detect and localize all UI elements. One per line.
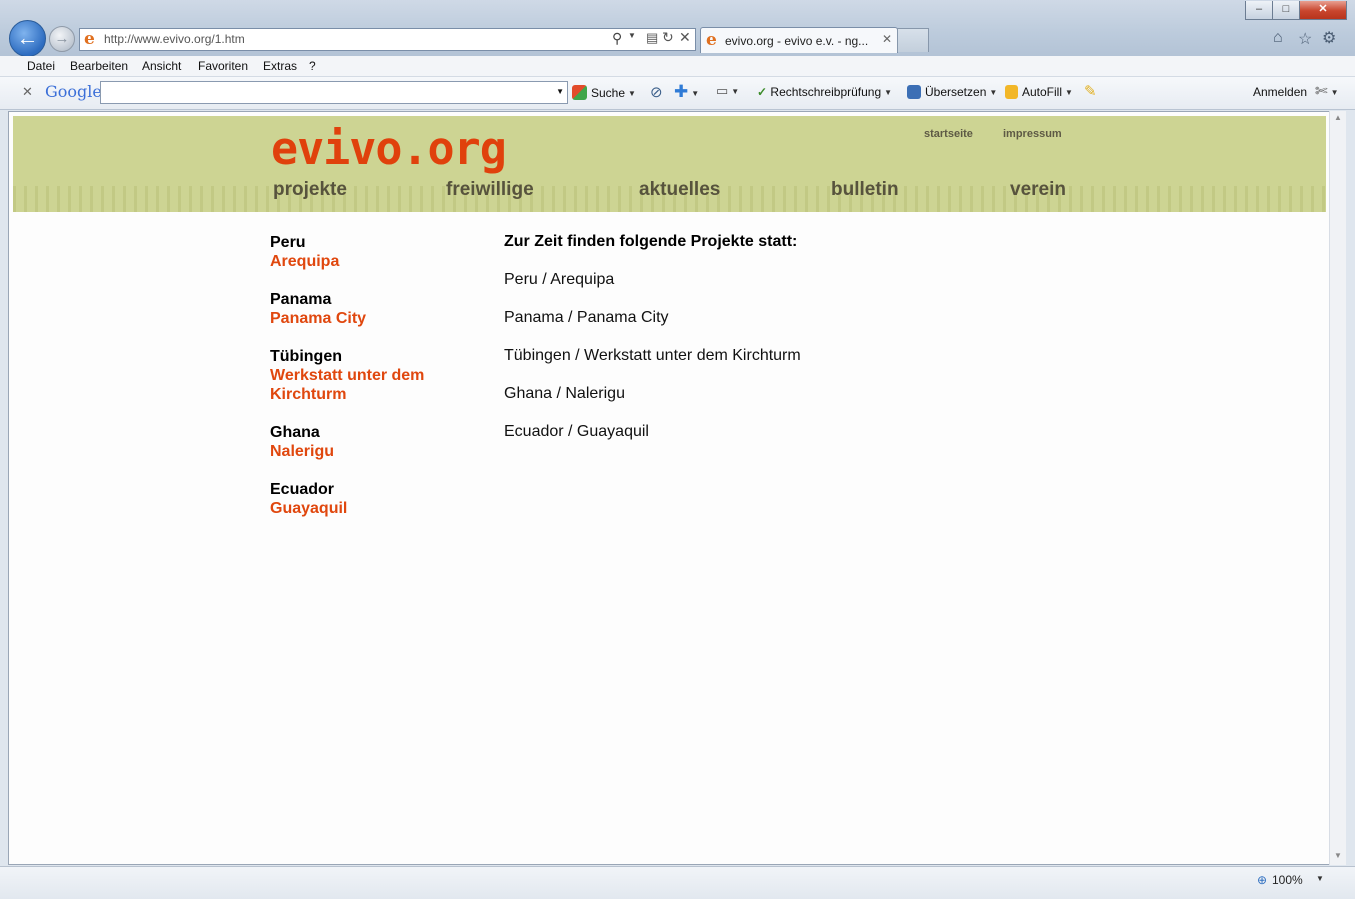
menu-view[interactable]: Ansicht (142, 59, 181, 73)
browser-titlebar: – □ ✕ ← → e http://www.evivo.org/1.htm ⚲… (0, 0, 1355, 57)
bookmark-icon[interactable]: ▭ ▼ (716, 83, 739, 99)
translate-button[interactable]: Übersetzen ▼ (907, 85, 997, 99)
compass-icon[interactable]: ⊘ (650, 83, 663, 101)
sidebar-city-link[interactable]: Nalerigu (270, 442, 334, 461)
nav-projekte[interactable]: projekte (273, 179, 347, 201)
minimize-button[interactable]: – (1245, 1, 1273, 20)
autofill-button[interactable]: AutoFill ▼ (1005, 85, 1073, 99)
address-bar[interactable]: e http://www.evivo.org/1.htm ⚲ ▼ ▤ ↻ ✕ (79, 28, 696, 51)
scroll-up-icon[interactable]: ▲ (1334, 113, 1342, 122)
nav-verein[interactable]: verein (1010, 179, 1066, 201)
translate-label: Übersetzen (925, 85, 987, 99)
impressum-link[interactable]: impressum (1003, 128, 1062, 140)
menu-favorites[interactable]: Favoriten (198, 59, 248, 73)
vertical-scrollbar[interactable]: ▲ ▼ (1329, 111, 1346, 865)
google-logo: Google (45, 82, 102, 101)
arrow-left-icon: ← (16, 25, 39, 50)
sidebar-item-panama: Panama Panama City (270, 290, 366, 328)
new-tab-button[interactable] (897, 28, 929, 52)
sidebar-city-link[interactable]: Guayaquil (270, 499, 347, 518)
chevron-down-icon[interactable]: ▼ (556, 87, 564, 96)
chevron-down-icon: ▼ (628, 89, 636, 98)
gear-icon[interactable]: ⚙ (1322, 28, 1336, 48)
sidebar-city-link[interactable]: Werkstatt unter dem (270, 366, 480, 385)
google-g-icon (572, 85, 587, 100)
forward-button[interactable]: → (49, 26, 75, 52)
close-toolbar-icon[interactable]: ✕ (22, 84, 33, 100)
home-icon[interactable]: ⌂ (1273, 29, 1283, 47)
stop-icon[interactable]: ✕ (679, 29, 691, 46)
sidebar-region: Panama (270, 291, 332, 308)
sidebar-region: Peru (270, 234, 306, 251)
nav-freiwillige[interactable]: freiwillige (446, 179, 534, 201)
autofill-icon (1005, 85, 1018, 99)
google-toolbar: ✕ Google ▼ Suche ▼ ⊘ ✚ ▼ ▭ ▼ ✓ Rechtschreib… (0, 77, 1355, 110)
menu-bar: Datei Bearbeiten Ansicht Favoriten Extra… (0, 56, 1355, 77)
menu-edit[interactable]: Bearbeiten (70, 59, 128, 73)
chevron-down-icon[interactable]: ▼ (1316, 874, 1324, 883)
maximize-button[interactable]: □ (1272, 1, 1300, 20)
status-bar: ⊕ 100% ▼ (0, 866, 1355, 899)
sidebar-item-ghana: Ghana Nalerigu (270, 423, 334, 461)
autofill-label: AutoFill (1022, 85, 1063, 99)
project-line: Tübingen / Werkstatt unter dem Kirchturm (504, 347, 801, 364)
tab-title: evivo.org - evivo e.v. - ng... (725, 34, 869, 48)
project-line: Ghana / Nalerigu (504, 385, 625, 402)
google-search-button[interactable]: Suche ▼ (572, 85, 636, 100)
ie-page-icon: e (84, 29, 95, 49)
startseite-link[interactable]: startseite (924, 128, 973, 140)
nav-bulletin[interactable]: bulletin (831, 179, 899, 201)
projects-intro: Zur Zeit finden folgende Projekte statt: (504, 233, 798, 250)
wrench-icon[interactable]: ✄ ▼ (1315, 82, 1339, 100)
project-line: Peru / Arequipa (504, 271, 615, 288)
favorites-star-icon[interactable]: ☆ (1298, 29, 1312, 49)
refresh-icon[interactable]: ↻ (662, 29, 674, 46)
spellcheck-button[interactable]: ✓ Rechtschreibprüfung ▼ (757, 85, 892, 99)
sidebar-region: Tübingen (270, 348, 342, 365)
page-viewport: evivo.org startseite impressum projekte … (8, 111, 1330, 865)
sidebar-region: Ghana (270, 424, 320, 441)
compatibility-view-icon[interactable]: ▤ (646, 30, 658, 46)
zoom-level[interactable]: 100% (1272, 873, 1303, 887)
nav-aktuelles[interactable]: aktuelles (639, 179, 720, 201)
ie-page-icon: e (706, 30, 717, 50)
address-text[interactable]: http://www.evivo.org/1.htm (104, 32, 245, 46)
scroll-down-icon[interactable]: ▼ (1334, 851, 1342, 860)
tab-evivo[interactable]: e evivo.org - evivo e.v. - ng... ✕ (700, 27, 898, 53)
chevron-down-icon[interactable]: ▼ (628, 31, 636, 40)
search-button-label: Suche (591, 86, 626, 100)
highlighter-icon[interactable]: ✎ (1084, 82, 1097, 100)
sidebar-region: Ecuador (270, 481, 335, 498)
sidebar-item-ecuador: Ecuador Guayaquil (270, 480, 347, 518)
menu-file[interactable]: Datei (27, 59, 55, 73)
sidebar-city-link[interactable]: Arequipa (270, 252, 339, 271)
back-button[interactable]: ← (9, 20, 46, 57)
spellcheck-label: Rechtschreibprüfung (770, 85, 882, 99)
close-tab-icon[interactable]: ✕ (882, 32, 892, 46)
translate-icon (907, 85, 921, 99)
site-logo[interactable]: evivo.org (271, 124, 507, 174)
zoom-icon[interactable]: ⊕ (1257, 873, 1267, 887)
google-search-input[interactable]: ▼ (100, 81, 568, 104)
google-logo-text: Google (45, 82, 102, 101)
sidebar-city-link[interactable]: Panama City (270, 309, 366, 328)
sidebar-item-peru: Peru Arequipa (270, 233, 339, 271)
sidebar-item-tuebingen: Tübingen Werkstatt unter dem Kirchturm (270, 347, 480, 404)
search-icon[interactable]: ⚲ (612, 30, 622, 47)
arrow-right-icon: → (54, 30, 70, 47)
spellcheck-icon: ✓ (757, 85, 768, 99)
plus-icon[interactable]: ✚ ▼ (674, 82, 699, 102)
project-line: Ecuador / Guayaquil (504, 423, 649, 440)
site-header: evivo.org startseite impressum projekte … (13, 116, 1326, 212)
close-window-button[interactable]: ✕ (1299, 1, 1347, 20)
signin-button[interactable]: Anmelden (1253, 85, 1307, 99)
menu-help[interactable]: ? (309, 59, 316, 73)
project-line: Panama / Panama City (504, 309, 669, 326)
sidebar-city-link-line2[interactable]: Kirchturm (270, 385, 480, 404)
menu-extras[interactable]: Extras (263, 59, 297, 73)
